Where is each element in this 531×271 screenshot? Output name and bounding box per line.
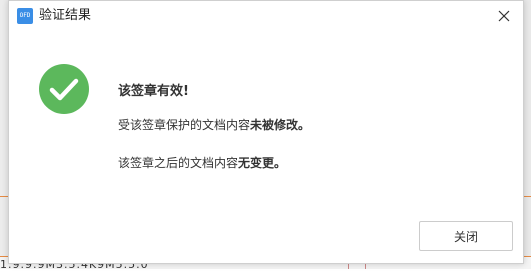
ofd-app-icon: OFD xyxy=(17,8,33,24)
background-right-strip xyxy=(523,0,531,269)
verification-result-dialog: OFD 验证结果 该签章有效! 受该签章保护的文档内容未被修改。 该签章之后的文… xyxy=(8,0,524,264)
background-orange-rule-left xyxy=(0,196,8,197)
protected-content-text: 受该签章保护的文档内容 xyxy=(118,118,251,132)
protected-content-message: 受该签章保护的文档内容未被修改。 xyxy=(118,116,310,133)
close-button[interactable]: 关闭 xyxy=(419,221,513,251)
subsequent-content-emphasis: 无变更。 xyxy=(238,156,287,170)
subsequent-content-message: 该签章之后的文档内容无变更。 xyxy=(118,154,286,171)
signature-valid-heading: 该签章有效! xyxy=(118,84,189,99)
background-orange-rule-right xyxy=(523,196,531,197)
subsequent-content-text: 该签章之后的文档内容 xyxy=(118,156,239,170)
protected-content-emphasis: 未被修改。 xyxy=(250,118,311,132)
close-icon[interactable] xyxy=(495,7,513,25)
background-left-strip xyxy=(0,0,8,269)
dialog-titlebar: OFD 验证结果 xyxy=(9,1,523,31)
check-circle-icon xyxy=(38,63,90,115)
dialog-title: 验证结果 xyxy=(39,8,92,23)
